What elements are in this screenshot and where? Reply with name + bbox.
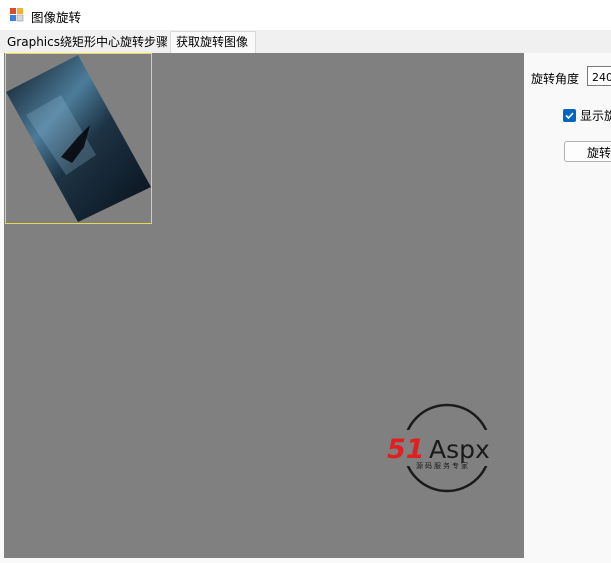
title-bar: 图像旋转	[0, 0, 611, 30]
tab-rotate-steps[interactable]: Graphics绕矩形中心旋转步骤	[2, 32, 168, 53]
check-icon	[565, 112, 574, 120]
window-title: 图像旋转	[31, 10, 82, 25]
angle-input[interactable]	[587, 66, 611, 86]
51aspx-watermark-logo: 51 Aspx 源码服务专家	[384, 403, 514, 493]
show-checkbox[interactable]	[563, 109, 576, 122]
logo-slogan: 源码服务专家	[416, 461, 470, 470]
logo-51-text: 51	[387, 434, 425, 465]
tab-get-rotated-image[interactable]: 获取旋转图像	[170, 31, 256, 54]
show-checkbox-label[interactable]: 显示旋	[580, 107, 611, 124]
selection-rectangle	[5, 53, 152, 224]
rotate-button[interactable]: 旋转	[564, 141, 611, 162]
angle-label: 旋转角度	[531, 72, 580, 86]
app-icon	[10, 8, 24, 22]
logo-aspx-text: Aspx	[429, 435, 490, 464]
tab-strip: Graphics绕矩形中心旋转步骤 获取旋转图像	[0, 30, 611, 54]
